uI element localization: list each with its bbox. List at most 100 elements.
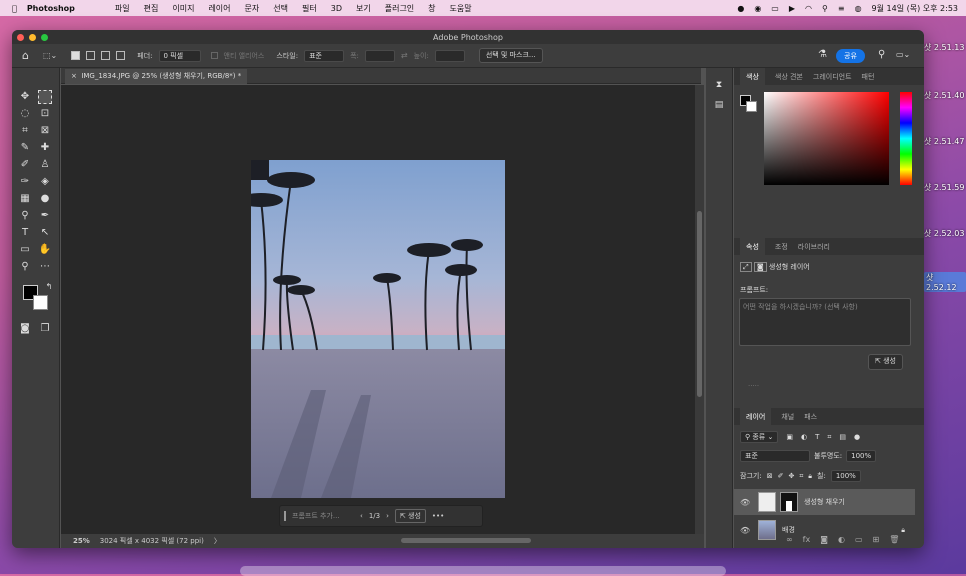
menu-select[interactable]: 선택: [273, 3, 288, 14]
tab-swatches[interactable]: 색상 견본: [775, 72, 803, 82]
hue-slider[interactable]: [900, 92, 912, 185]
crop-tool-icon[interactable]: ⌗: [18, 124, 32, 138]
desktop-file[interactable]: 샷 2.51.47: [924, 136, 964, 147]
adjust-filter-icon[interactable]: ◐: [801, 433, 807, 441]
tab-libraries[interactable]: 라이브러리: [798, 242, 830, 252]
adjustment-layer-icon[interactable]: ◐: [838, 535, 845, 544]
next-variation-icon[interactable]: ›: [386, 512, 389, 520]
new-selection-icon[interactable]: [71, 51, 81, 60]
frame-tool-icon[interactable]: ⊠: [38, 124, 52, 138]
type-filter-icon[interactable]: T: [815, 433, 819, 441]
play-icon[interactable]: ▶: [789, 4, 795, 13]
horizontal-scroll-thumb[interactable]: [401, 538, 531, 543]
menu-window[interactable]: 창: [428, 3, 435, 14]
properties-generate-button[interactable]: ⇱ 생성: [868, 354, 903, 370]
lasso-tool-icon[interactable]: ◌: [18, 107, 32, 121]
scroll-thumb[interactable]: [697, 211, 702, 397]
desktop-file[interactable]: 샷 2.51.40: [924, 90, 964, 101]
menu-type[interactable]: 문자: [245, 3, 260, 14]
more-tools-icon[interactable]: ⋯: [38, 260, 52, 274]
type-tool-icon[interactable]: T: [18, 226, 32, 240]
height-field[interactable]: [434, 49, 465, 62]
document-tab[interactable]: × IMG_1834.JPG @ 25% (생성형 채우기, RGB/8*) *: [65, 69, 248, 84]
intersect-selection-icon[interactable]: [116, 51, 126, 60]
visibility-eye-icon[interactable]: 👁︎: [740, 498, 750, 507]
tab-adjustments[interactable]: 조정: [775, 242, 788, 252]
tab-paths[interactable]: 패스: [804, 412, 817, 422]
opacity-field[interactable]: 100%: [846, 450, 877, 462]
menu-app-name[interactable]: Photoshop: [27, 4, 75, 13]
menu-layer[interactable]: 레이어: [208, 3, 230, 14]
marquee-tool-icon[interactable]: [38, 90, 52, 104]
lock-artboard-icon[interactable]: ⌗: [799, 472, 803, 481]
new-layer-icon[interactable]: ⊞: [873, 535, 880, 544]
object-select-icon[interactable]: ⊡: [38, 107, 52, 121]
rectangle-tool-icon[interactable]: ▭: [18, 243, 32, 257]
battery-icon[interactable]: ▭: [771, 4, 779, 13]
gradient-tool-icon[interactable]: ▦: [18, 192, 32, 206]
close-tab-icon[interactable]: ×: [71, 72, 77, 80]
home-icon[interactable]: ⌂: [22, 49, 29, 62]
zoom-tool-icon[interactable]: ⚲: [18, 260, 32, 274]
hand-tool-icon[interactable]: ✋: [38, 243, 52, 257]
vertical-scrollbar[interactable]: [695, 85, 704, 534]
search-icon[interactable]: ⚲: [878, 49, 885, 60]
generate-button[interactable]: ⇱ 생성: [394, 509, 426, 523]
wifi-icon[interactable]: ◠: [805, 4, 812, 13]
layer-kind-filter[interactable]: ⚲ 종류 ⌄: [740, 431, 779, 443]
flask-icon[interactable]: ⚗: [818, 49, 827, 60]
menu-view[interactable]: 보기: [356, 3, 371, 14]
previous-variation-icon[interactable]: ‹: [360, 512, 363, 520]
search-icon[interactable]: ⚲: [822, 4, 828, 13]
desktop-file[interactable]: 샷 2.51.13: [924, 42, 964, 53]
antialias-checkbox[interactable]: [210, 52, 218, 59]
swap-colors-icon[interactable]: ↰: [42, 280, 56, 294]
menu-edit[interactable]: 편집: [144, 3, 159, 14]
zoom-level[interactable]: 25%: [73, 537, 90, 545]
prompt-input[interactable]: 프롬프트 추가...: [284, 511, 354, 521]
add-mask-icon[interactable]: ◙: [820, 535, 828, 544]
filter-toggle-icon[interactable]: ●: [854, 433, 860, 441]
chat-icon[interactable]: ●: [737, 4, 744, 13]
status-arrow[interactable]: 〉: [214, 536, 221, 546]
history-brush-icon[interactable]: ✑: [18, 175, 32, 189]
screen-mode-icon[interactable]: ❐: [38, 322, 52, 336]
menu-help[interactable]: 도움말: [450, 3, 472, 14]
menu-filter[interactable]: 필터: [302, 3, 317, 14]
pixel-filter-icon[interactable]: ▣: [786, 433, 793, 441]
blend-mode-select[interactable]: 표준: [740, 450, 810, 462]
group-icon[interactable]: ▭: [855, 535, 863, 544]
share-button[interactable]: 공유: [836, 49, 865, 63]
pen-tool-icon[interactable]: ✒: [38, 209, 52, 223]
siri-icon[interactable]: ◍: [855, 4, 862, 13]
prompt-textarea[interactable]: 어떤 작업을 하시겠습니까? (선택 사항): [739, 298, 911, 346]
healing-brush-icon[interactable]: ✚: [38, 141, 52, 155]
feather-field[interactable]: 0 픽셀: [158, 49, 201, 62]
dodge-tool-icon[interactable]: ⚲: [18, 209, 32, 223]
layer-row-generative-fill[interactable]: 👁︎ 생성형 채우기: [734, 489, 915, 515]
move-tool-icon[interactable]: ✥: [18, 90, 32, 104]
background-color-swatch[interactable]: [33, 295, 48, 310]
clock[interactable]: 9월 14일 (목) 오후 2:53: [872, 3, 958, 14]
path-select-icon[interactable]: ↖: [38, 226, 52, 240]
lock-pixels-icon[interactable]: ⊠: [767, 472, 773, 480]
subtract-selection-icon[interactable]: [101, 51, 111, 60]
shape-filter-icon[interactable]: ⌗: [827, 433, 831, 442]
desktop-file[interactable]: 샷 2.51.59: [924, 182, 964, 193]
width-field[interactable]: [364, 49, 395, 62]
background-swatch[interactable]: [746, 101, 757, 112]
control-center-icon[interactable]: ≡: [838, 4, 845, 13]
eraser-tool-icon[interactable]: ◈: [38, 175, 52, 189]
delete-layer-icon[interactable]: 🗑︎: [889, 535, 899, 544]
lock-all-icon[interactable]: 🔒︎: [808, 472, 812, 481]
layer-name[interactable]: 배경: [782, 525, 795, 535]
menu-plugins[interactable]: 플러그인: [385, 3, 414, 14]
menu-file[interactable]: 파일: [115, 3, 130, 14]
tab-color[interactable]: 색상: [740, 67, 765, 86]
menu-3d[interactable]: 3D: [331, 4, 342, 13]
style-select[interactable]: 표준: [304, 49, 345, 62]
history-panel-icon[interactable]: ⧗: [712, 78, 726, 92]
color-field[interactable]: [764, 92, 889, 185]
desktop-file[interactable]: 샷 2.52.03: [924, 228, 964, 239]
add-selection-icon[interactable]: [86, 51, 96, 60]
